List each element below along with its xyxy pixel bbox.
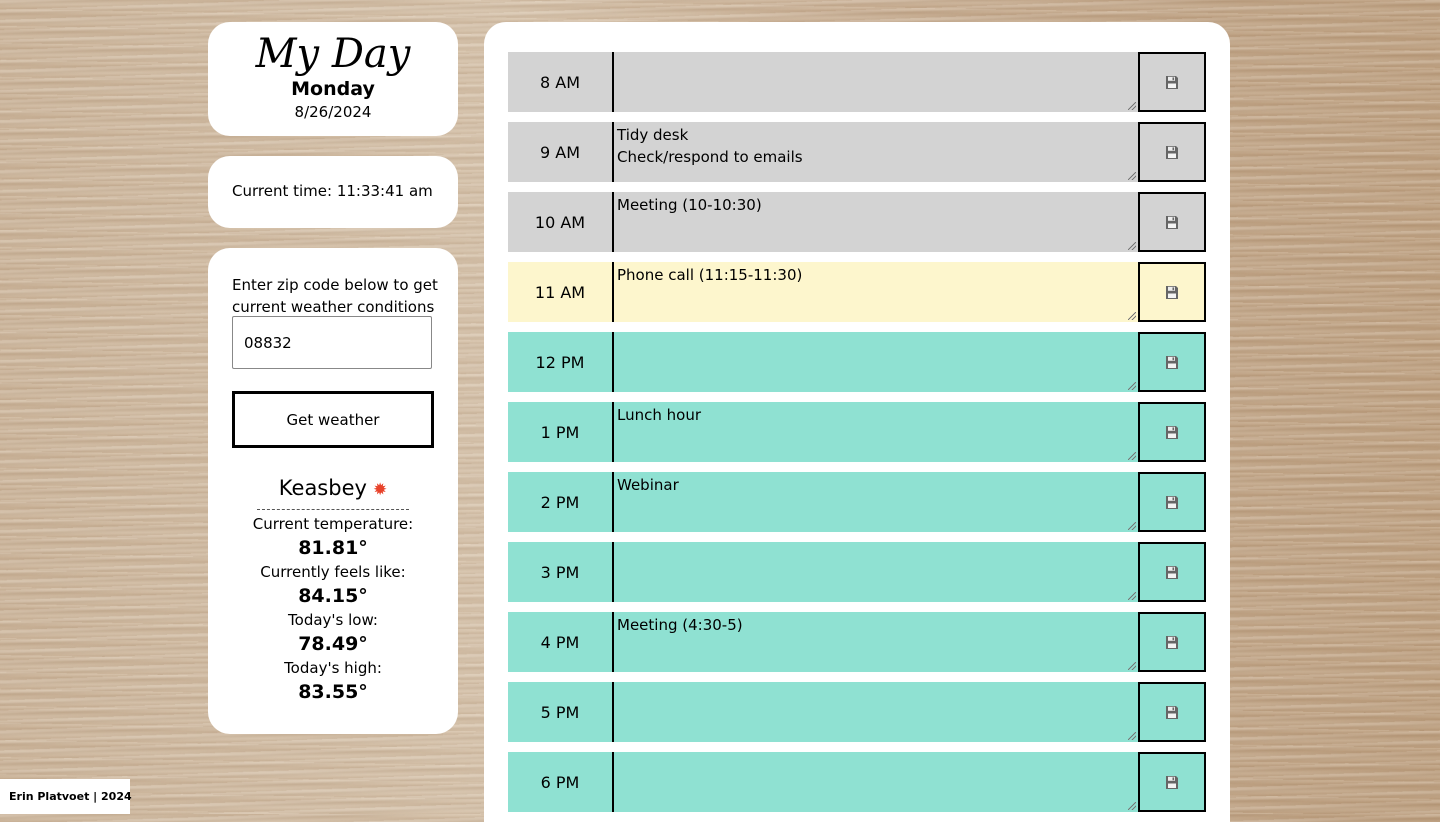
event-textarea[interactable] (612, 682, 1138, 742)
footer-credit: Erin Platvoet | 2024 (0, 779, 132, 814)
save-button[interactable] (1138, 122, 1206, 182)
high-label: Today's high: (284, 659, 382, 677)
high-value: 83.55° (298, 681, 368, 703)
event-text: Lunch hour (617, 406, 701, 424)
floppy-disk-icon (1166, 705, 1178, 719)
event-textarea[interactable]: Phone call (11:15-11:30) (612, 262, 1138, 322)
event-textarea[interactable] (612, 542, 1138, 602)
weather-card: Enter zip code below to get current weat… (208, 248, 458, 734)
save-button[interactable] (1138, 472, 1206, 532)
hour-row: 4 PM Meeting (4:30-5) (508, 612, 1206, 672)
weather-stats: Current temperature: 81.81° Currently fe… (208, 514, 458, 706)
resize-grip-icon[interactable] (1128, 522, 1136, 530)
hour-row: 10 AM Meeting (10-10:30) (508, 192, 1206, 252)
hour-label: 6 PM (540, 772, 580, 792)
resize-grip-icon[interactable] (1128, 662, 1136, 670)
hour-row: 9 AM Tidy desk Check/respond to emails (508, 122, 1206, 182)
hour-row: 11 AM Phone call (11:15-11:30) (508, 262, 1206, 322)
current-date: 8/26/2024 (294, 103, 372, 121)
event-textarea[interactable]: Meeting (4:30-5) (612, 612, 1138, 672)
weather-city: Keasbey ✹ (257, 473, 409, 510)
city-name: Keasbey (278, 476, 367, 500)
floppy-disk-icon (1166, 565, 1178, 579)
floppy-disk-icon (1166, 775, 1178, 789)
event-textarea[interactable]: Meeting (10-10:30) (612, 192, 1138, 252)
save-button[interactable] (1138, 752, 1206, 812)
current-time: Current time: 11:33:41 am (232, 182, 433, 200)
floppy-disk-icon (1166, 215, 1178, 229)
resize-grip-icon[interactable] (1128, 802, 1136, 810)
floppy-disk-icon (1166, 495, 1178, 509)
resize-grip-icon[interactable] (1128, 102, 1136, 110)
day-name: Monday (291, 78, 375, 100)
save-button[interactable] (1138, 262, 1206, 322)
event-textarea[interactable] (612, 332, 1138, 392)
save-button[interactable] (1138, 52, 1206, 112)
title-card: My Day Monday 8/26/2024 (208, 22, 458, 136)
hour-label: 12 PM (535, 352, 585, 372)
hour-row: 5 PM (508, 682, 1206, 742)
event-textarea[interactable]: Tidy desk Check/respond to emails (612, 122, 1138, 182)
hour-row: 12 PM (508, 332, 1206, 392)
app-title: My Day (255, 31, 411, 77)
hour-row: 1 PM Lunch hour (508, 402, 1206, 462)
floppy-disk-icon (1166, 285, 1178, 299)
temperature-label: Current temperature: (252, 515, 414, 533)
hour-label: 8 AM (539, 72, 580, 92)
hour-label: 10 AM (534, 212, 586, 232)
floppy-disk-icon (1166, 355, 1178, 369)
hour-label: 11 AM (534, 282, 586, 302)
event-text: Tidy desk Check/respond to emails (617, 126, 803, 166)
floppy-disk-icon (1166, 425, 1178, 439)
floppy-disk-icon (1166, 75, 1178, 89)
hour-label: 2 PM (540, 492, 580, 512)
zip-code-input[interactable] (232, 316, 432, 369)
hour-row: 6 PM (508, 752, 1206, 812)
clock-card: Current time: 11:33:41 am (208, 156, 458, 228)
hour-label: 4 PM (540, 632, 580, 652)
event-textarea[interactable]: Lunch hour (612, 402, 1138, 462)
save-button[interactable] (1138, 332, 1206, 392)
save-button[interactable] (1138, 612, 1206, 672)
feels-like-value: 84.15° (298, 585, 368, 607)
resize-grip-icon[interactable] (1128, 732, 1136, 740)
hour-label: 9 AM (539, 142, 580, 162)
event-textarea[interactable] (612, 52, 1138, 112)
zip-prompt: Enter zip code below to get current weat… (232, 276, 438, 316)
event-text: Meeting (10-10:30) (617, 196, 762, 214)
hour-label: 5 PM (540, 702, 580, 722)
resize-grip-icon[interactable] (1128, 382, 1136, 390)
resize-grip-icon[interactable] (1128, 452, 1136, 460)
hour-row: 3 PM (508, 542, 1206, 602)
low-label: Today's low: (288, 611, 378, 629)
event-text: Meeting (4:30-5) (617, 616, 743, 634)
get-weather-button[interactable]: Get weather (232, 391, 434, 448)
hour-label: 3 PM (540, 562, 580, 582)
resize-grip-icon[interactable] (1128, 312, 1136, 320)
save-button[interactable] (1138, 192, 1206, 252)
hour-row: 8 AM (508, 52, 1206, 112)
resize-grip-icon[interactable] (1128, 592, 1136, 600)
event-textarea[interactable]: Webinar (612, 472, 1138, 532)
floppy-disk-icon (1166, 635, 1178, 649)
low-value: 78.49° (298, 633, 368, 655)
save-button[interactable] (1138, 402, 1206, 462)
event-text: Webinar (617, 476, 679, 494)
event-textarea[interactable] (612, 752, 1138, 812)
planner-card: 8 AM 9 AM Tidy desk Check/respond to email… (484, 22, 1230, 822)
hour-label: 1 PM (540, 422, 580, 442)
hour-row: 2 PM Webinar (508, 472, 1206, 532)
resize-grip-icon[interactable] (1128, 242, 1136, 250)
resize-grip-icon[interactable] (1128, 172, 1136, 180)
temperature-value: 81.81° (298, 537, 368, 559)
sun-icon: ✹ (372, 480, 388, 500)
floppy-disk-icon (1166, 145, 1178, 159)
save-button[interactable] (1138, 542, 1206, 602)
save-button[interactable] (1138, 682, 1206, 742)
event-text: Phone call (11:15-11:30) (617, 266, 803, 284)
feels-like-label: Currently feels like: (260, 563, 406, 581)
